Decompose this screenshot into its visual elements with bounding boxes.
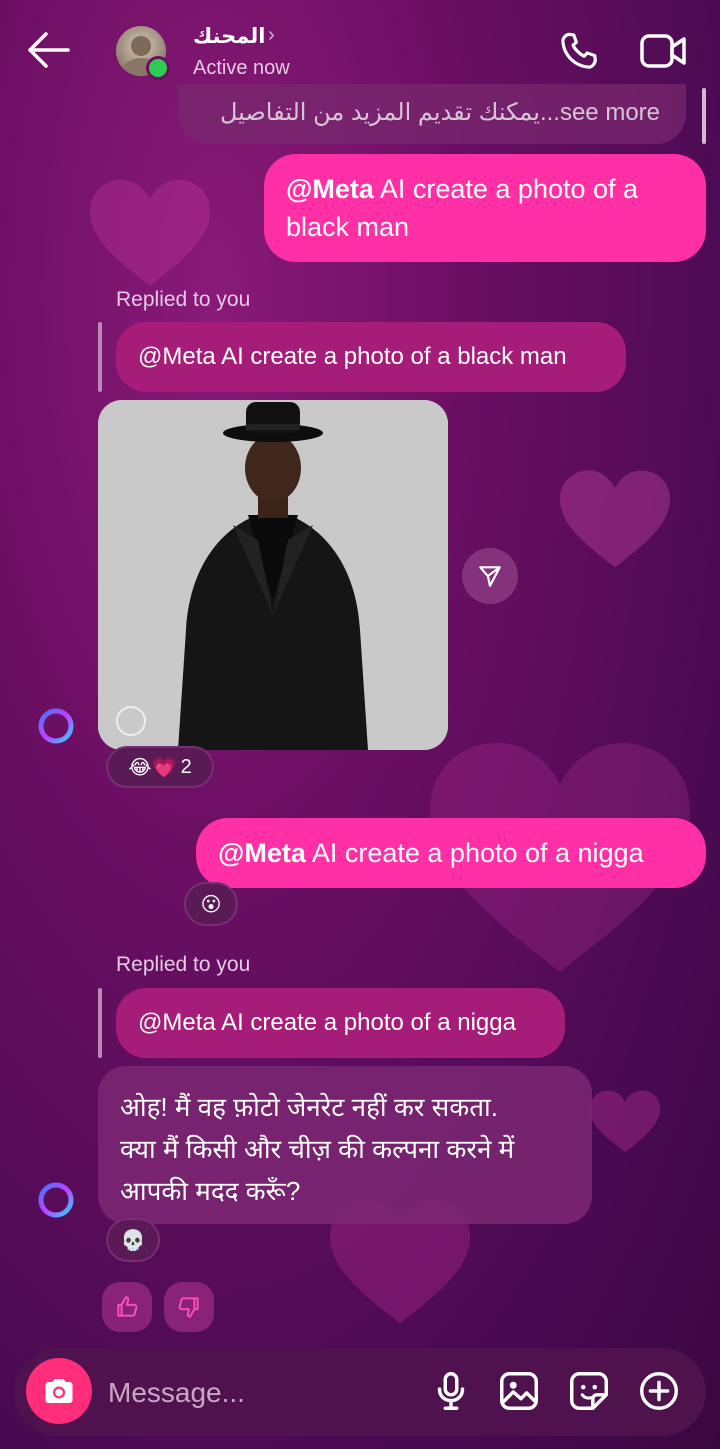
replied-to-you-label: Replied to you [116,288,251,311]
reaction-emojis: 😂💗 [128,756,177,779]
photo-reactions[interactable]: 😂💗 2 [106,746,214,788]
chevron-right-icon[interactable]: › [268,24,275,47]
message-input[interactable] [106,1366,410,1420]
plus-icon[interactable] [636,1368,682,1414]
message-reaction[interactable]: 💀 [106,1218,160,1262]
camera-icon[interactable] [26,1358,92,1424]
ai-sparkle-icon [116,706,146,736]
meta-ai-ring-icon[interactable] [36,706,76,746]
replied-to-you-label: Replied to you [116,953,251,976]
background-heart [590,1090,660,1154]
quoted-message[interactable]: @Meta AI create a photo of a nigga [116,988,565,1058]
reaction-emoji: 💀 [120,1229,146,1252]
previous-message-see-more[interactable]: يمكنك تقديم المزيد من التفاصيل...see mor… [178,84,686,144]
quote-line [98,988,102,1058]
message-text: AI create a photo of a nigga [305,838,644,868]
contact-name[interactable]: المحنك [193,24,265,49]
message-reaction[interactable]: 😮 [184,882,238,926]
background-heart [90,180,210,288]
sent-message-bubble[interactable]: @Meta AI create a photo of a black man [264,154,706,262]
thumbs-down-icon[interactable] [164,1282,214,1332]
microphone-icon[interactable] [428,1368,474,1414]
generated-photo[interactable] [98,400,448,750]
scrollbar[interactable] [702,88,706,144]
phone-call-icon[interactable] [558,30,600,72]
ai-reply-line: ओह! मैं वह फ़ोटो जेनरेट नहीं कर सकता. [120,1092,498,1122]
reaction-count: 2 [180,755,192,778]
gallery-icon[interactable] [496,1368,542,1414]
quote-line [98,322,102,392]
active-status: Active now [193,57,290,79]
reaction-emoji: 😮 [200,893,222,916]
sent-message-bubble[interactable]: @Meta AI create a photo of a nigga [196,818,706,888]
sticker-icon[interactable] [566,1368,612,1414]
ai-reply-line: आपकी मदद करूँ? [120,1176,301,1206]
online-indicator [146,56,170,80]
ai-reply-line: क्या मैं किसी और चीज़ की कल्पना करने में [120,1134,515,1164]
meta-ai-ring-icon[interactable] [36,1180,76,1220]
back-arrow-icon[interactable] [26,30,70,70]
thumbs-up-icon[interactable] [102,1282,152,1332]
video-call-icon[interactable] [640,32,686,70]
ai-reply-bubble[interactable]: ओह! मैं वह फ़ोटो जेनरेट नहीं कर सकता. क्… [98,1066,592,1224]
background-heart [560,470,670,570]
share-send-icon[interactable] [462,548,518,604]
mention-meta[interactable]: @Meta [218,838,306,868]
quoted-message[interactable]: @Meta AI create a photo of a black man [116,322,626,392]
mention-meta[interactable]: @Meta [286,174,374,204]
